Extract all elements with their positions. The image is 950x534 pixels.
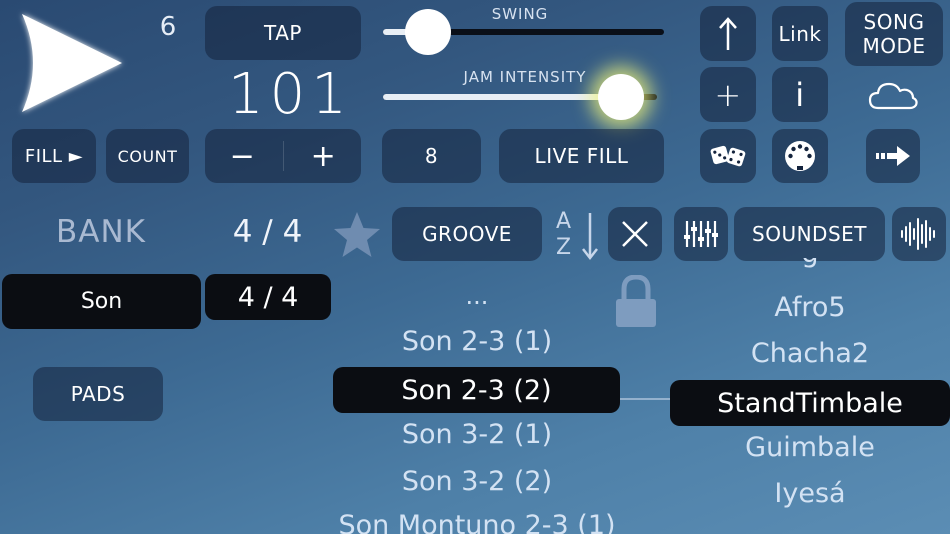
- dice-icon: [710, 145, 746, 167]
- pads-button[interactable]: PADS: [33, 367, 163, 421]
- mixer-button[interactable]: [674, 207, 728, 261]
- fill-button[interactable]: FILL ►: [12, 129, 96, 183]
- soundset-button[interactable]: SOUNDSET: [734, 207, 885, 261]
- groove-button[interactable]: GROOVE: [392, 207, 542, 261]
- dashed-arrow-right-icon: [876, 146, 910, 166]
- tap-button[interactable]: TAP: [205, 6, 361, 60]
- tempo-increase-button[interactable]: +: [289, 139, 359, 174]
- beat-count: 6: [159, 12, 177, 42]
- song-mode-button[interactable]: SONG MODE: [845, 2, 943, 66]
- stepper-divider: [282, 141, 284, 171]
- swing-knob[interactable]: [405, 9, 452, 55]
- next-arrow-button[interactable]: [866, 129, 920, 183]
- waveform-button[interactable]: [892, 207, 946, 261]
- bank-selected[interactable]: Son: [2, 274, 201, 329]
- favorite-button[interactable]: [330, 208, 384, 262]
- star-icon: [334, 212, 380, 257]
- count-button[interactable]: COUNT: [106, 129, 189, 183]
- groove-list-item[interactable]: Son 3-2 (1): [336, 419, 618, 450]
- bank-label: BANK: [56, 214, 146, 250]
- sort-arrow-icon: [582, 213, 598, 261]
- soundset-list-item-selected[interactable]: StandTimbale: [670, 380, 950, 426]
- lock-button[interactable]: [614, 275, 658, 329]
- groove-list-item[interactable]: Son 3-2 (2): [336, 466, 618, 497]
- jam-intensity-track-fill: [383, 94, 622, 100]
- jam-intensity-knob[interactable]: [598, 74, 645, 120]
- swing-slider[interactable]: [383, 8, 664, 58]
- cloud-button[interactable]: [866, 76, 920, 116]
- arrow-up-button[interactable]: [700, 6, 756, 61]
- song-mode-line2: MODE: [862, 34, 926, 58]
- play-button[interactable]: [14, 8, 129, 118]
- lock-icon: [616, 275, 656, 327]
- tempo-decrease-button[interactable]: −: [208, 139, 278, 174]
- live-fill-button[interactable]: LIVE FILL: [499, 129, 664, 183]
- close-icon: [622, 221, 648, 247]
- jam-intensity-slider[interactable]: [383, 72, 657, 122]
- info-button[interactable]: i: [772, 67, 828, 122]
- clear-button[interactable]: [608, 207, 662, 261]
- selection-connector: [620, 398, 670, 400]
- cloud-icon: [868, 82, 918, 110]
- groove-list-item[interactable]: ...: [336, 282, 618, 310]
- add-button[interactable]: +: [700, 67, 756, 122]
- tempo-display[interactable]: 101: [228, 62, 348, 127]
- groove-list-item[interactable]: Son Montuno 2-3 (1): [316, 510, 638, 534]
- play-icon: [22, 14, 122, 112]
- midi-icon: [785, 141, 815, 171]
- soundset-list-item-partial: g: [790, 258, 830, 276]
- groove-list-item-selected[interactable]: Son 2-3 (2): [333, 367, 620, 413]
- soundset-list-item[interactable]: Afro5: [710, 292, 910, 323]
- fill-bars-button[interactable]: 8: [382, 129, 481, 183]
- mixer-icon: [684, 221, 718, 247]
- time-signature-selected[interactable]: 4 / 4: [205, 274, 331, 320]
- waveform-icon: [901, 218, 935, 250]
- groove-list-item[interactable]: Son 2-3 (1): [336, 326, 618, 357]
- tempo-stepper[interactable]: − +: [205, 129, 361, 183]
- song-mode-line1: SONG: [863, 10, 925, 34]
- soundset-list-item[interactable]: Iyesá: [710, 478, 910, 509]
- time-signature-label: 4 / 4: [232, 214, 303, 250]
- soundset-list-item[interactable]: Guimbale: [710, 432, 910, 463]
- soundset-list-item[interactable]: Chacha2: [710, 338, 910, 369]
- link-button[interactable]: Link: [772, 6, 828, 61]
- sort-button[interactable]: A Z: [553, 207, 603, 263]
- midi-button[interactable]: [772, 129, 828, 183]
- randomize-button[interactable]: [700, 129, 756, 183]
- sort-letter-a: A: [556, 209, 572, 234]
- sort-letter-z: Z: [556, 235, 572, 260]
- arrow-up-icon: [719, 16, 737, 50]
